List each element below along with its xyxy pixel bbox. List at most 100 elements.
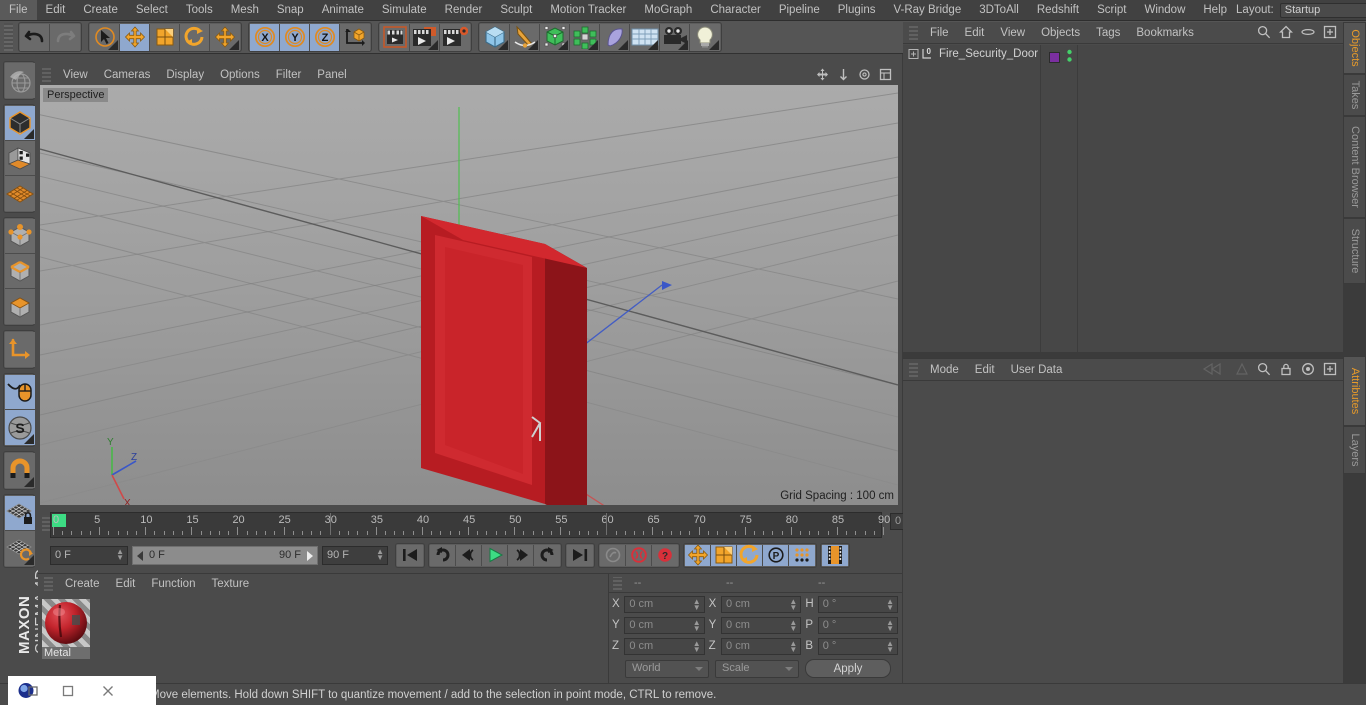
- soft-selection-button[interactable]: S: [5, 410, 35, 445]
- texture-mode-button[interactable]: [5, 141, 35, 176]
- attribute-manager-grip[interactable]: [909, 362, 918, 377]
- spinner-icon[interactable]: ▲▼: [886, 618, 894, 632]
- timeline-filmstrip-button[interactable]: [822, 544, 848, 566]
- back-arrow-icon[interactable]: [1202, 362, 1228, 377]
- object-manager-grip[interactable]: [909, 25, 918, 40]
- rotate-tool[interactable]: [180, 23, 210, 51]
- visibility-dots-icon[interactable]: [1066, 48, 1073, 67]
- next-keyframe-button[interactable]: [534, 544, 560, 566]
- coordinate-mode-select[interactable]: Scale: [715, 659, 799, 678]
- cinema4d-app-icon[interactable]: [8, 677, 48, 705]
- target-icon[interactable]: [1301, 362, 1316, 377]
- vertical-tab-objects[interactable]: Objects: [1343, 22, 1366, 74]
- spinner-icon[interactable]: ▲▼: [789, 639, 797, 653]
- maximize-view-icon[interactable]: [879, 68, 894, 83]
- record-active-objects-button[interactable]: [626, 544, 652, 566]
- menu-item-snap[interactable]: Snap: [268, 0, 313, 20]
- material-menu-edit[interactable]: Edit: [108, 578, 144, 590]
- lock-icon[interactable]: [1279, 362, 1294, 377]
- render-settings-button[interactable]: [440, 23, 470, 51]
- render-view-button[interactable]: [380, 23, 410, 51]
- menu-item-select[interactable]: Select: [127, 0, 177, 20]
- material-preview[interactable]: [42, 599, 90, 647]
- menu-item-create[interactable]: Create: [74, 0, 127, 20]
- enable-snap-button[interactable]: [5, 375, 35, 410]
- expand-plus-icon[interactable]: [907, 47, 920, 62]
- material-menu-create[interactable]: Create: [57, 578, 108, 590]
- add-spline-button[interactable]: [510, 23, 540, 51]
- search-icon[interactable]: [1257, 25, 1272, 40]
- menu-item-3dtoall[interactable]: 3DToAll: [970, 0, 1028, 20]
- viewport-menu-view[interactable]: View: [55, 66, 96, 84]
- menu-item-character[interactable]: Character: [701, 0, 770, 20]
- model-mode-button[interactable]: [5, 106, 35, 141]
- plus-box-icon[interactable]: [1323, 362, 1338, 377]
- add-generator-button[interactable]: [540, 23, 570, 51]
- lock-z-axis-button[interactable]: Z: [310, 23, 340, 51]
- material-menu-texture[interactable]: Texture: [203, 578, 257, 590]
- render-to-picture-viewer-button[interactable]: [410, 23, 440, 51]
- range-right-arrow-icon[interactable]: [307, 550, 313, 561]
- spinner-icon[interactable]: ▲▼: [693, 597, 701, 611]
- object-manager-menu-view[interactable]: View: [992, 27, 1033, 39]
- coordinate-size-input[interactable]: 0 cm ▲ ▼: [721, 637, 802, 655]
- attribute-manager-menu-edit[interactable]: Edit: [967, 364, 1003, 376]
- coordinate-rotation-input[interactable]: 0 ° ▲ ▼: [817, 595, 899, 613]
- menu-item-v-ray-bridge[interactable]: V-Ray Bridge: [884, 0, 970, 20]
- menu-item-help[interactable]: Help: [1194, 0, 1236, 20]
- menu-item-mesh[interactable]: Mesh: [222, 0, 268, 20]
- step-forward-button[interactable]: [508, 544, 534, 566]
- world-object-coordinates-button[interactable]: [340, 23, 370, 51]
- add-mograph-button[interactable]: [570, 23, 600, 51]
- spinner-icon[interactable]: ▲▼: [116, 547, 124, 561]
- attribute-content[interactable]: [903, 382, 1343, 684]
- object-manager-menu-file[interactable]: File: [922, 27, 957, 39]
- object-manager-menu-tags[interactable]: Tags: [1088, 27, 1128, 39]
- menu-item-redshift[interactable]: Redshift: [1028, 0, 1088, 20]
- coordinates-grip[interactable]: [613, 576, 622, 590]
- coordinate-rotation-input[interactable]: 0 ° ▲ ▼: [817, 637, 899, 655]
- go-to-start-button[interactable]: [397, 544, 423, 566]
- coordinate-size-input[interactable]: 0 cm ▲ ▼: [721, 616, 802, 634]
- undo-button[interactable]: [20, 23, 50, 51]
- maximize-window-button[interactable]: [48, 677, 88, 705]
- magnet-tool-button[interactable]: [5, 453, 35, 488]
- play-button[interactable]: [482, 544, 508, 566]
- vertical-tab-content-browser[interactable]: Content Browser: [1343, 116, 1366, 218]
- menu-item-animate[interactable]: Animate: [313, 0, 373, 20]
- object-manager-menu-objects[interactable]: Objects: [1033, 27, 1088, 39]
- object-manager-menu-bookmarks[interactable]: Bookmarks: [1128, 27, 1202, 39]
- add-cube-object-button[interactable]: [480, 23, 510, 51]
- move-tool[interactable]: [120, 23, 150, 51]
- keyframe-help-button[interactable]: ?: [652, 544, 678, 566]
- move-alt-tool[interactable]: [210, 23, 240, 51]
- menu-item-window[interactable]: Window: [1135, 0, 1194, 20]
- menu-item-script[interactable]: Script: [1088, 0, 1135, 20]
- object-axis-mode-button[interactable]: [5, 332, 35, 367]
- forward-arrow-icon[interactable]: [1235, 362, 1250, 377]
- coordinate-system-select[interactable]: World: [625, 659, 709, 678]
- range-left-arrow-icon[interactable]: [137, 550, 143, 561]
- points-mode-button[interactable]: [5, 219, 35, 254]
- lock-y-axis-button[interactable]: Y: [280, 23, 310, 51]
- end-frame-field[interactable]: 90 F ▲ ▼: [322, 545, 388, 565]
- menu-item-edit[interactable]: Edit: [37, 0, 75, 20]
- home-icon[interactable]: [1278, 25, 1294, 40]
- menu-item-tools[interactable]: Tools: [177, 0, 222, 20]
- coordinate-size-input[interactable]: 0 cm ▲ ▼: [721, 595, 802, 613]
- coordinate-position-input[interactable]: 0 cm ▲ ▼: [624, 616, 705, 634]
- vertical-tab-takes[interactable]: Takes: [1343, 74, 1366, 116]
- menu-item-file[interactable]: File: [0, 0, 37, 20]
- workplane-mode-button[interactable]: [5, 176, 35, 211]
- attribute-manager-menu-user-data[interactable]: User Data: [1003, 364, 1071, 376]
- menu-item-simulate[interactable]: Simulate: [373, 0, 436, 20]
- add-deformer-button[interactable]: [600, 23, 630, 51]
- record-pla-button[interactable]: [789, 544, 815, 566]
- viewport-menu-options[interactable]: Options: [212, 66, 268, 84]
- add-camera-button[interactable]: [660, 23, 690, 51]
- menu-item-plugins[interactable]: Plugins: [829, 0, 885, 20]
- frame-range-slider[interactable]: 0 F 90 F: [132, 545, 318, 565]
- plus-box-icon[interactable]: [1323, 25, 1338, 40]
- menu-item-sculpt[interactable]: Sculpt: [491, 0, 541, 20]
- add-environment-button[interactable]: [630, 23, 660, 51]
